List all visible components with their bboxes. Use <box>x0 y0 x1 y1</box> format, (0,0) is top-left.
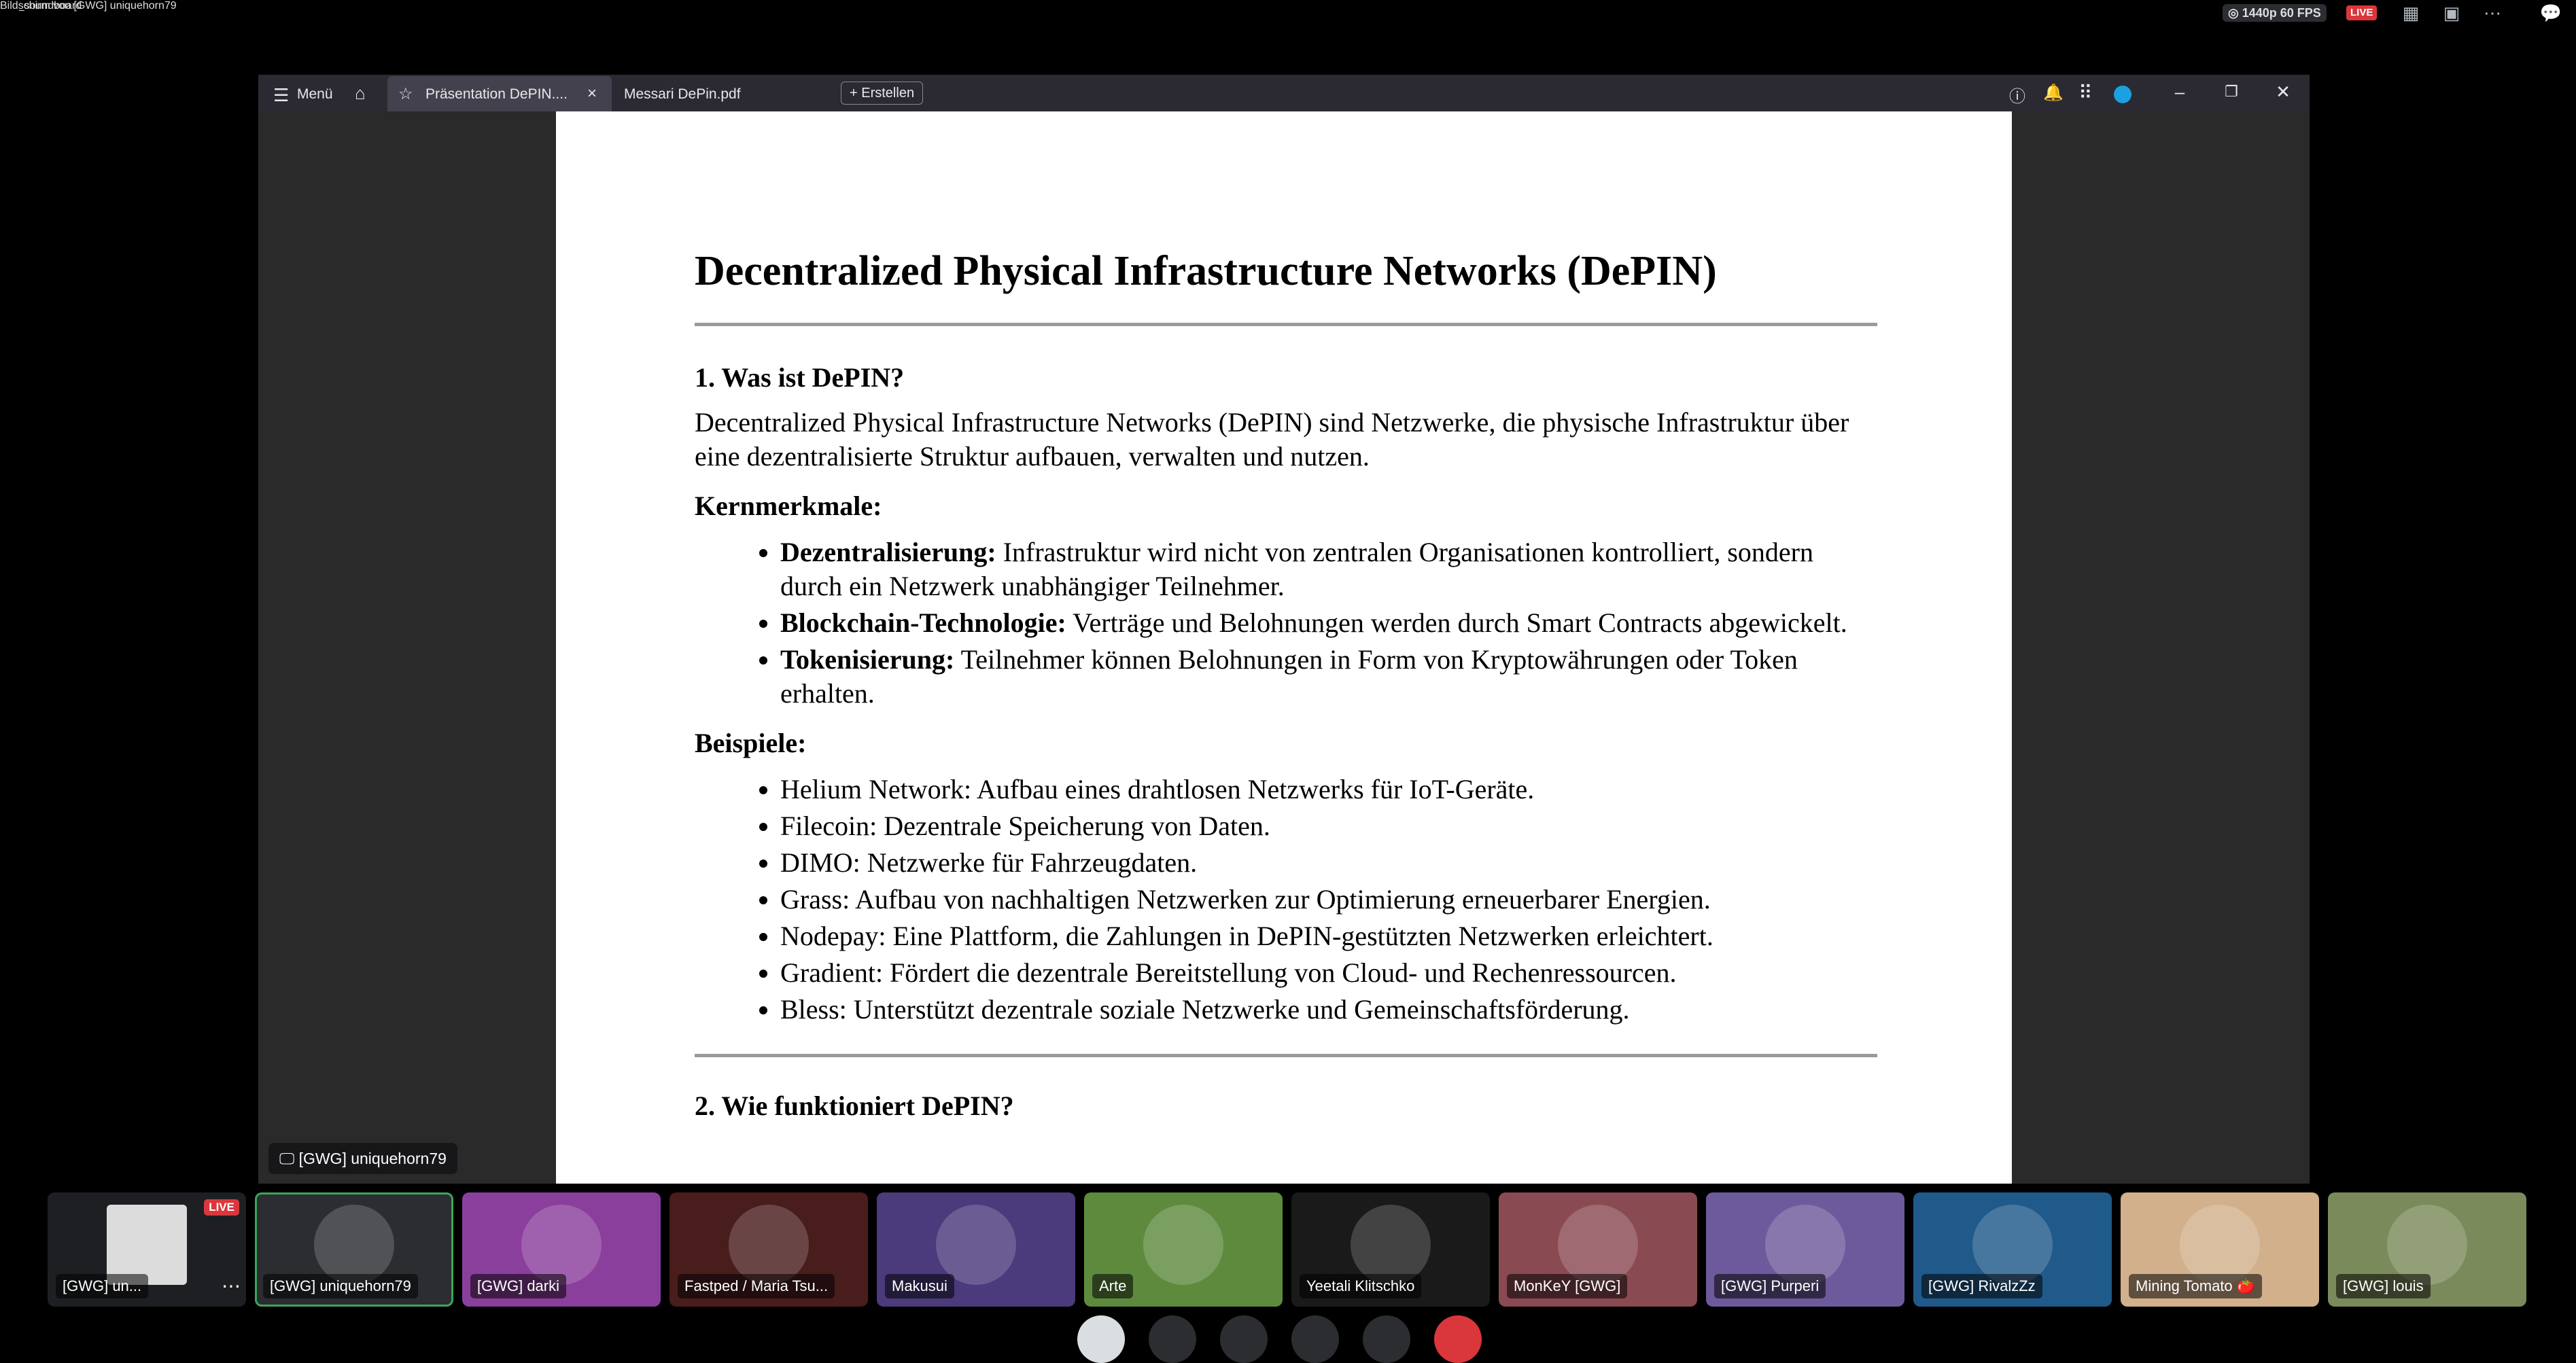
bell-icon[interactable]: 🔔 <box>2043 83 2064 103</box>
participant-name: [GWG] Purperi <box>1714 1274 1826 1298</box>
list-item: Nodepay: Eine Plattform, die Zahlungen i… <box>780 919 1877 953</box>
participant-name: Fastped / Maria Tsu... <box>678 1274 835 1298</box>
camera-button[interactable] <box>1077 1315 1125 1363</box>
participant-tile[interactable]: [GWG] darki <box>462 1192 661 1307</box>
participant-tile[interactable]: Mining Tomato 🍅 <box>2121 1192 2319 1307</box>
avatar <box>521 1205 602 1285</box>
avatar <box>2180 1205 2260 1285</box>
avatar <box>1558 1205 1638 1285</box>
participant-name: Makusui <box>885 1274 954 1298</box>
participant-name: [GWG] darki <box>470 1274 567 1298</box>
list-item: Grass: Aufbau von nachhaltigen Netzwerke… <box>780 883 1877 917</box>
list-item: Blockchain-Technologie: Verträge und Bel… <box>780 606 1877 640</box>
close-tab-icon[interactable]: × <box>587 84 597 103</box>
tab-label: Präsentation DePIN.... <box>425 86 568 102</box>
participant-tile[interactable]: [GWG] RivalzZz <box>1913 1192 2112 1307</box>
list-item: Helium Network: Aufbau eines drahtlosen … <box>780 773 1877 807</box>
share-button[interactable] <box>1220 1315 1268 1363</box>
participant-tile[interactable]: [GWG] un... LIVE ⋯ <box>48 1192 246 1307</box>
minimize-icon[interactable]: – <box>2163 76 2197 107</box>
avatar <box>1351 1205 1431 1285</box>
apps-grid-icon[interactable]: ⠿ <box>2078 82 2093 104</box>
section-heading: 2. Wie funktioniert DePIN? <box>695 1091 1014 1121</box>
avatar <box>729 1205 809 1285</box>
presenter-name: [GWG] uniquehorn79 <box>298 1150 447 1167</box>
participant-tile[interactable]: Yeetali Klitschko <box>1291 1192 1490 1307</box>
participant-tile[interactable]: Fastped / Maria Tsu... <box>669 1192 868 1307</box>
divider <box>695 323 1877 326</box>
participant-name: [GWG] louis <box>2336 1274 2431 1298</box>
list-item: Tokenisierung: Teilnehmer können Belohnu… <box>780 643 1877 711</box>
features-list: Dezentralisierung: Infrastruktur wird ni… <box>695 535 1877 711</box>
document-title: Decentralized Physical Infrastructure Ne… <box>695 248 1717 294</box>
list-item: Bless: Unterstützt dezentrale soziale Ne… <box>780 993 1877 1027</box>
stream-quality-badge: ◎ 1440p 60 FPS <box>2223 4 2327 22</box>
menu-button[interactable]: Menü <box>297 86 333 103</box>
settings-button[interactable] <box>1363 1315 1410 1363</box>
avatar <box>314 1205 394 1285</box>
discord-top-bar <box>0 0 2576 29</box>
presenter-label: 🖵 [GWG] uniquehorn79 <box>268 1143 457 1174</box>
participant-name: [GWG] RivalzZz <box>1921 1274 2042 1298</box>
pdf-page: Decentralized Physical Infrastructure Ne… <box>556 111 2012 1184</box>
participant-tile[interactable]: [GWG] louis <box>2328 1192 2526 1307</box>
list-item: Filecoin: Dezentrale Speicherung von Dat… <box>780 809 1877 843</box>
participant-name: [GWG] uniquehorn79 <box>263 1274 418 1298</box>
star-icon[interactable]: ☆ <box>398 84 413 104</box>
participant-name: [GWG] un... <box>56 1274 149 1298</box>
list-item: Dezentralisierung: Infrastruktur wird ni… <box>780 535 1877 603</box>
plus-icon: + <box>850 86 862 101</box>
avatar <box>2387 1205 2467 1285</box>
help-icon[interactable]: ⓘ <box>2009 83 2025 107</box>
document-content: Decentralized Physical Infrastructure Ne… <box>695 247 1877 1134</box>
stream-title: Bildschirm von [GWG] uniquehorn79 <box>0 0 177 12</box>
live-badge: LIVE <box>204 1199 239 1216</box>
participant-tile[interactable]: Makusui <box>877 1192 1075 1307</box>
participant-name: Mining Tomato 🍅 <box>2129 1274 2263 1298</box>
live-badge: LIVE <box>2346 5 2378 20</box>
inbox-icon[interactable]: ▣ <box>2440 1 2463 24</box>
participant-name: Arte <box>1092 1274 1134 1298</box>
disconnect-button[interactable] <box>1434 1315 1482 1363</box>
avatar <box>1972 1205 2053 1285</box>
create-button[interactable]: + Erstellen <box>841 82 924 105</box>
more-options-icon[interactable]: ⋯ <box>222 1275 241 1297</box>
participant-tile[interactable]: [GWG] Purperi <box>1706 1192 1904 1307</box>
create-label: Erstellen <box>861 86 915 101</box>
menu-icon[interactable]: ☰ <box>273 85 289 106</box>
avatar <box>1765 1205 1845 1285</box>
section-heading: 1. Was ist DePIN? <box>695 362 905 393</box>
participant-name: MonKeY [GWG] <box>1507 1274 1628 1298</box>
participant-tile[interactable]: Arte <box>1084 1192 1283 1307</box>
examples-list: Helium Network: Aufbau eines drahtlosen … <box>695 773 1877 1027</box>
avatar <box>107 1205 187 1285</box>
profile-icon[interactable] <box>2114 86 2131 103</box>
participant-tile[interactable]: [GWG] uniquehorn79 <box>255 1192 453 1307</box>
feature-term: Tokenisierung: <box>780 644 955 675</box>
divider <box>695 1054 1877 1057</box>
feature-term: Dezentralisierung: <box>780 537 996 567</box>
more-options-icon[interactable]: ⋯ <box>2481 1 2504 24</box>
feature-term: Blockchain-Technologie: <box>780 607 1066 638</box>
mic-button[interactable] <box>1149 1315 1196 1363</box>
participant-name: Yeetali Klitschko <box>1300 1274 1422 1298</box>
intro-paragraph: Decentralized Physical Infrastructure Ne… <box>695 407 1849 472</box>
home-icon[interactable]: ⌂ <box>355 83 366 104</box>
close-window-icon[interactable]: ✕ <box>2266 76 2300 107</box>
avatar <box>936 1205 1016 1285</box>
examples-heading: Beispiele: <box>695 728 807 758</box>
tab-label: Messari DePin.pdf <box>624 86 741 102</box>
activity-button[interactable] <box>1291 1315 1339 1363</box>
list-item: Gradient: Fördert die dezentrale Bereits… <box>780 956 1877 990</box>
features-heading: Kernmerkmale: <box>695 491 882 521</box>
restore-icon[interactable]: ❐ <box>2214 76 2248 107</box>
list-item: DIMO: Netzwerke für Fahrzeugdaten. <box>780 846 1877 880</box>
feature-text: Verträge und Belohnungen werden durch Sm… <box>1066 607 1847 638</box>
avatar <box>1143 1205 1223 1285</box>
chat-icon[interactable]: 💬 <box>2539 1 2562 24</box>
grid-view-icon[interactable]: ▦ <box>2399 1 2422 24</box>
participant-tile[interactable]: MonKeY [GWG] <box>1499 1192 1697 1307</box>
screen-share-icon: 🖵 <box>279 1150 299 1167</box>
